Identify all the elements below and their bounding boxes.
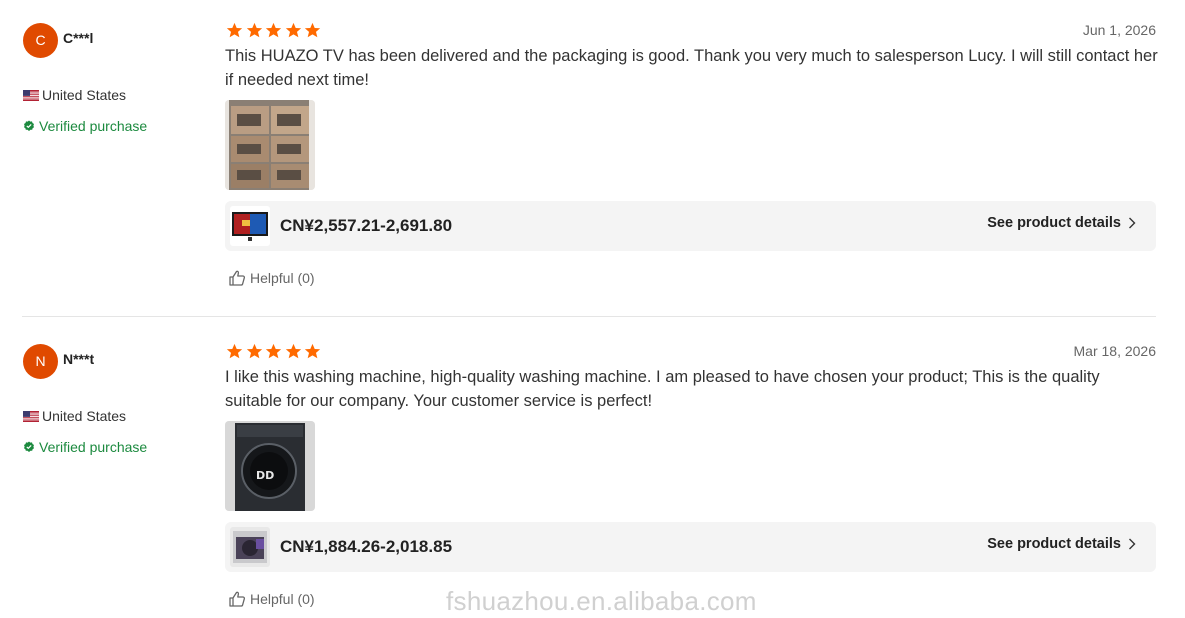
star-icon (305, 343, 321, 359)
us-flag-icon (23, 410, 39, 422)
star-icon (226, 22, 243, 38)
thumbs-up-icon (229, 270, 246, 286)
verified-label: Verified purchase (39, 439, 148, 455)
see-product-details-link[interactable]: See product details (987, 215, 1136, 231)
reviewer-country: United States (23, 408, 126, 424)
star-icon (285, 22, 301, 38)
verified-purchase: Verified purchase (23, 118, 147, 134)
country-label: United States (42, 87, 127, 103)
star-icon (266, 343, 282, 359)
washer-product-image (230, 527, 270, 567)
product-bar[interactable]: CN¥2,557.21-2,691.80 See product details (225, 201, 1156, 251)
svg-text:DD: DD (256, 469, 274, 482)
review-text: I like this washing machine, high-qualit… (225, 368, 1100, 410)
product-price: CN¥2,557.21-2,691.80 (280, 216, 453, 235)
reviewer-avatar: C (23, 23, 58, 58)
tv-product-image (230, 206, 270, 246)
review-card: C C***l United States Verified purchase … (0, 0, 1185, 316)
reviewer-avatar: N (23, 344, 58, 379)
us-flag-icon (23, 89, 39, 101)
star-icon (305, 22, 321, 38)
helpful-label: Helpful (0) (250, 591, 315, 607)
thumbs-up-icon (229, 591, 246, 607)
review-divider (22, 316, 1156, 317)
see-product-details-link[interactable]: See product details (987, 536, 1136, 552)
product-price: CN¥1,884.26-2,018.85 (280, 537, 453, 556)
washing-machine-photo: DD (225, 421, 315, 511)
review-photo-washer[interactable]: DD (225, 421, 315, 511)
tv-boxes-photo (225, 100, 315, 190)
reviewer-name: N***t (63, 351, 95, 367)
chevron-right-icon (1129, 538, 1136, 550)
star-icon (226, 343, 243, 359)
review-date: Jun 1, 2026 (1082, 22, 1156, 38)
review-card: N N***t United States Verified purchase … (0, 321, 1185, 618)
country-label: United States (42, 408, 127, 424)
review-text: This HUAZO TV has been delivered and the… (225, 47, 1158, 89)
details-label: See product details (987, 536, 1121, 552)
watermark-text: fshuazhou.en.alibaba.com (446, 586, 757, 616)
product-bar[interactable]: CN¥1,884.26-2,018.85 See product details (225, 522, 1156, 572)
reviewer-country: United States (23, 87, 126, 103)
rating-stars (226, 22, 324, 39)
star-icon (285, 343, 301, 359)
helpful-button[interactable]: Helpful (0) (228, 269, 315, 287)
star-icon (246, 22, 262, 38)
helpful-label: Helpful (0) (250, 270, 315, 286)
verified-label: Verified purchase (39, 118, 148, 134)
rating-stars (226, 343, 324, 360)
details-label: See product details (987, 215, 1121, 231)
verified-badge-icon (24, 120, 34, 131)
reviewer-name: C***l (63, 30, 94, 46)
chevron-right-icon (1129, 217, 1136, 229)
verified-purchase: Verified purchase (23, 439, 147, 455)
star-icon (246, 343, 262, 359)
review-photo-boxes[interactable] (225, 100, 315, 190)
helpful-button[interactable]: Helpful (0) (228, 590, 315, 608)
star-icon (266, 22, 282, 38)
product-thumbnail-washer[interactable] (230, 527, 270, 567)
review-date: Mar 18, 2026 (1073, 343, 1157, 359)
verified-badge-icon (24, 441, 34, 452)
product-thumbnail-tv[interactable] (230, 206, 270, 246)
